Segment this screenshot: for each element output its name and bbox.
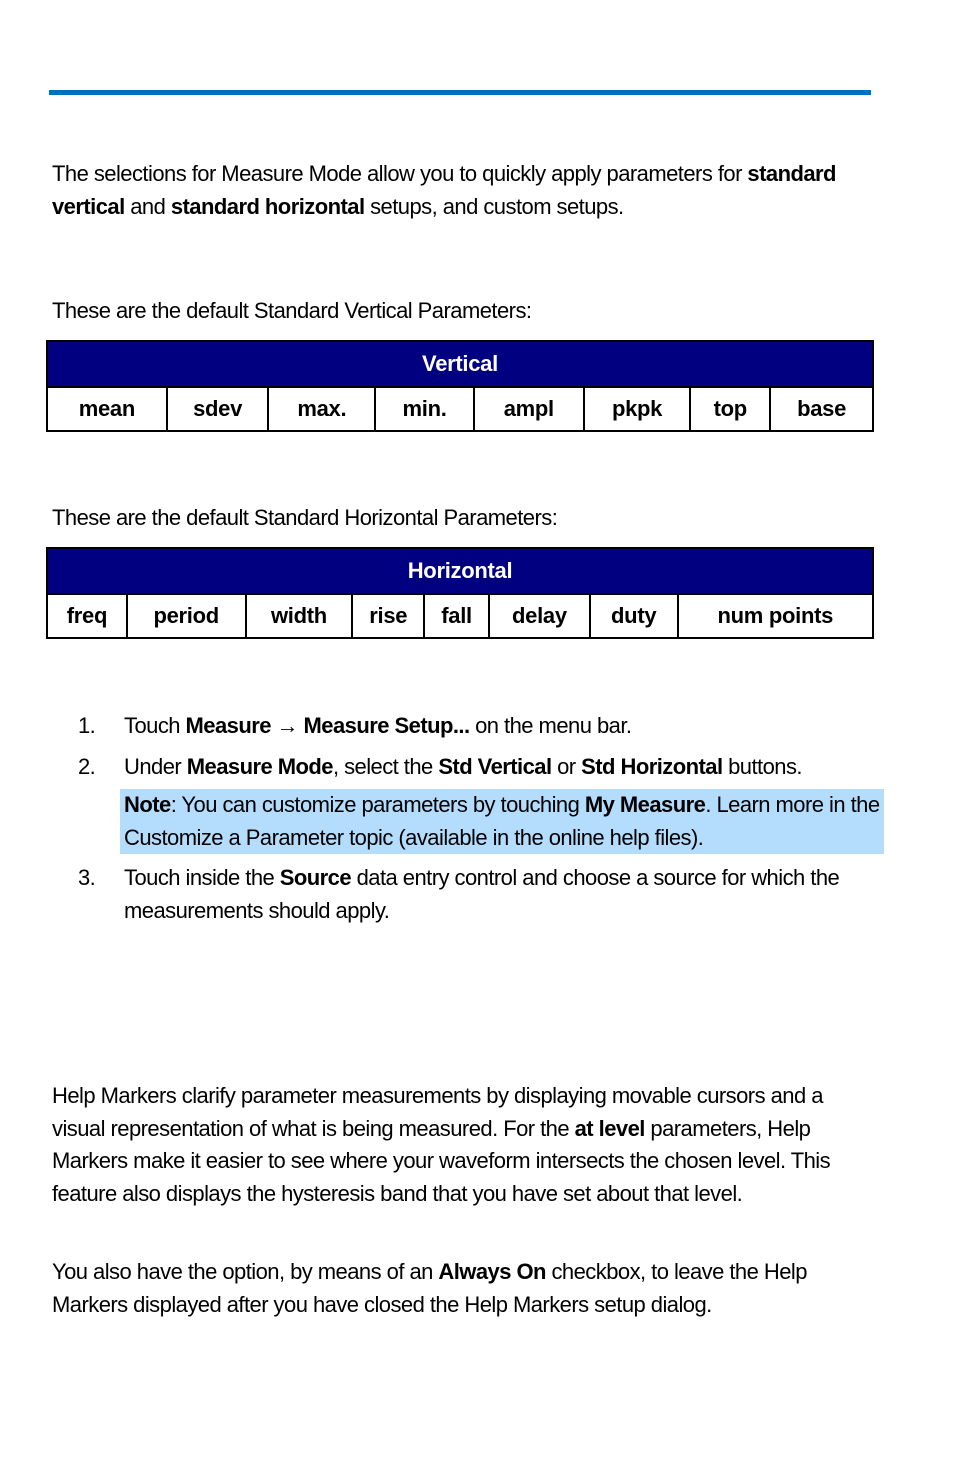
intro-text: The selections for Measure Mode allow yo…: [52, 161, 748, 186]
note-text: : You can customize parameters by touchi…: [170, 792, 585, 817]
param-cell: duty: [588, 593, 679, 639]
paragraph-bold: Always On: [438, 1259, 546, 1284]
step-bold: Measure → Measure Setup...: [185, 713, 471, 738]
horizontal-table-header: Horizontal: [46, 547, 874, 595]
param-cell: num points: [676, 593, 875, 639]
table-row: freq period width rise fall delay duty n…: [46, 593, 875, 639]
note-bold: My Measure: [584, 792, 706, 817]
intro-bold-horizontal: standard horizontal: [170, 193, 365, 219]
steps-list: 1. Touch Measure → Measure Setup... on t…: [78, 710, 884, 935]
horizontal-params-table: Horizontal freq period width rise fall d…: [46, 547, 875, 639]
step-number: 3.: [78, 865, 96, 890]
param-cell: pkpk: [582, 386, 692, 432]
param-cell: max.: [267, 386, 377, 432]
step-bold: Source: [279, 865, 352, 890]
header-rule: [49, 90, 871, 95]
intro-paragraph: The selections for Measure Mode allow yo…: [52, 158, 872, 223]
step-bold: Std Vertical: [438, 753, 552, 779]
step-text: or: [551, 753, 582, 779]
step-text: , select the: [332, 753, 439, 779]
step-text: buttons.: [722, 753, 802, 779]
step-bold: Std Horizontal: [581, 753, 723, 779]
step-text: Under: [124, 753, 187, 779]
step-item: 1. Touch Measure → Measure Setup... on t…: [78, 710, 878, 743]
horizontal-caption: These are the default Standard Horizonta…: [52, 505, 558, 530]
vertical-caption: These are the default Standard Vertical …: [52, 298, 532, 323]
param-cell: mean: [46, 386, 168, 432]
param-cell: sdev: [165, 386, 270, 432]
vertical-table-header: Vertical: [46, 340, 874, 388]
note-label: Note: [124, 792, 171, 817]
step-item: 2. Under Measure Mode, select the Std Ve…: [78, 751, 884, 854]
step-item: 3. Touch inside the Source data entry co…: [78, 862, 878, 927]
intro-text: setups, and custom setups.: [364, 193, 624, 219]
step-text: Touch inside the: [124, 865, 280, 890]
help-markers-paragraph: Help Markers clarify parameter measureme…: [52, 1080, 872, 1210]
step-number: 2.: [78, 753, 96, 779]
param-cell: width: [244, 593, 354, 639]
paragraph-bold: at level: [574, 1115, 646, 1141]
param-cell: period: [125, 593, 247, 639]
param-cell: ampl: [472, 386, 585, 432]
intro-text: and: [124, 193, 171, 219]
note-callout: Note: You can customize parameters by to…: [120, 789, 884, 854]
paragraph-text: You also have the option, by means of an: [52, 1259, 439, 1284]
step-text: on the menu bar.: [469, 713, 632, 738]
step-text: Touch: [124, 713, 186, 738]
step-bold: Measure Mode: [186, 753, 334, 779]
param-cell: delay: [488, 593, 591, 639]
param-cell: top: [689, 386, 772, 432]
param-cell: min.: [374, 386, 475, 432]
vertical-params-table: Vertical mean sdev max. min. ampl pkpk t…: [46, 340, 874, 432]
param-cell: base: [769, 386, 874, 432]
always-on-paragraph: You also have the option, by means of an…: [52, 1256, 872, 1321]
param-cell: fall: [423, 593, 490, 639]
table-row: mean sdev max. min. ampl pkpk top base: [46, 386, 874, 432]
param-cell: freq: [46, 593, 128, 639]
param-cell: rise: [351, 593, 426, 639]
step-number: 1.: [78, 713, 96, 738]
